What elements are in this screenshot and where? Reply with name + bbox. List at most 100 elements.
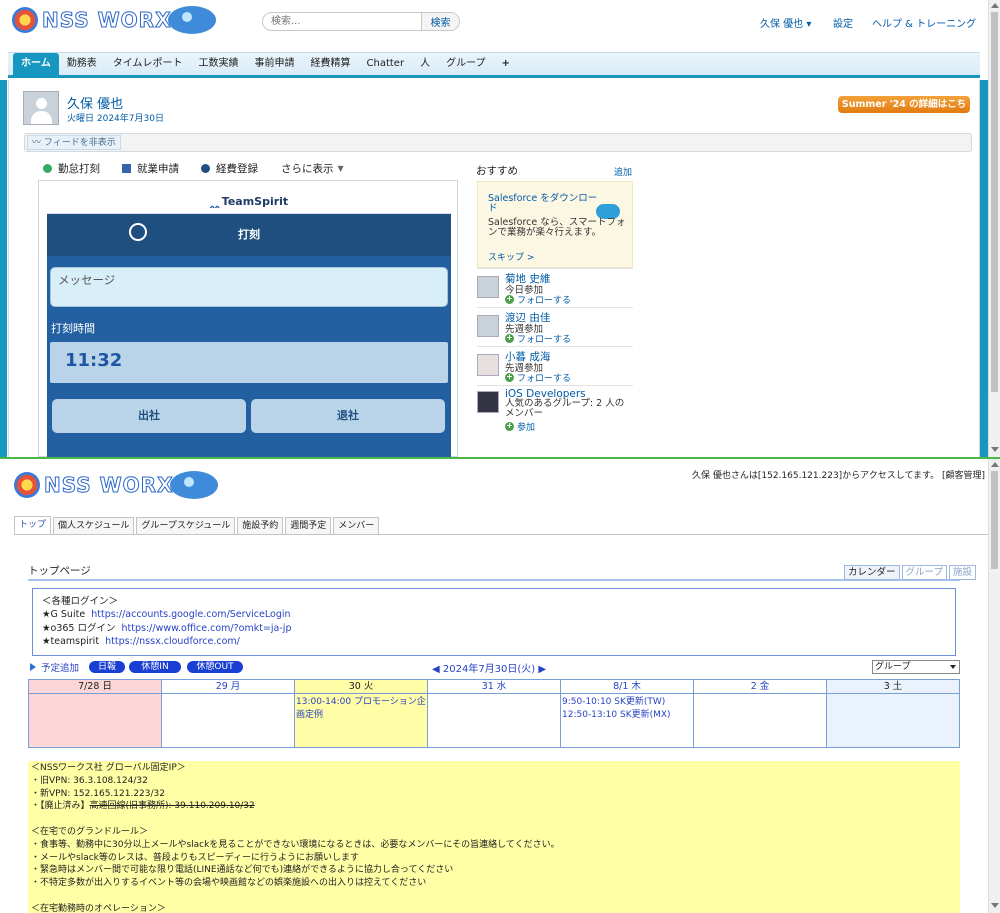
tab-personal-schedule[interactable]: 個人スケジュール (53, 517, 135, 534)
calendar-day[interactable]: 2 金 (694, 680, 827, 748)
tab-timesheet[interactable]: 勤務表 (59, 53, 105, 75)
calendar-date-nav[interactable]: ◀ 2024年7月30日(火) ▶ (432, 660, 546, 675)
search-button[interactable]: 検索 (421, 13, 459, 30)
calendar-day-header[interactable]: 8/1 木 (561, 680, 693, 694)
calendar-day-body[interactable] (29, 694, 161, 747)
calendar-day-body[interactable] (694, 694, 826, 747)
avatar[interactable] (477, 354, 499, 376)
tab-groups[interactable]: グループ (438, 53, 493, 75)
calendar-day-header[interactable]: 31 水 (428, 680, 560, 694)
view-tab-facility[interactable]: 施設 (948, 565, 976, 580)
calendar-day[interactable]: 7/28 日 (29, 680, 162, 748)
tab-pre-request[interactable]: 事前申請 (247, 53, 303, 75)
calendar-day[interactable]: 29 月 (162, 680, 295, 748)
scrollbar-thumb[interactable] (991, 471, 998, 569)
o365-link[interactable]: https://www.office.com/?omkt=ja-jp (122, 623, 292, 634)
action-expense[interactable]: 経費登録 (201, 161, 258, 176)
join-link[interactable]: + 参加 (505, 420, 535, 433)
search-input[interactable] (263, 13, 421, 30)
notice-line-strike: 高速回線(旧事務所): 39.110.209.10/32 (89, 801, 255, 812)
nssworx-logo[interactable]: NSS WORX (14, 471, 218, 499)
salesforce-pane: NSS WORX 検索 久保 優也 ▾ 設定 ヘルプ & トレーニング ホーム … (0, 0, 1000, 457)
skip-link[interactable]: スキップ > (488, 250, 534, 263)
calendar-day[interactable]: 3 土 (827, 680, 960, 748)
tab-time-report[interactable]: タイムレポート (105, 53, 191, 75)
avatar[interactable] (477, 315, 499, 337)
user-menu[interactable]: 久保 優也 ▾ (760, 15, 811, 30)
break-in-button[interactable]: 休憩IN (129, 661, 181, 673)
calendar-day-body[interactable] (428, 694, 560, 747)
scroll-down-icon[interactable] (991, 903, 999, 908)
salesforce-download-link[interactable]: Salesforce をダウンロード (488, 194, 598, 214)
tab-home[interactable]: ホーム (13, 53, 59, 75)
calendar-day-body[interactable]: 9:50-10:10 SK更新(TW) 12:50-13:10 SK更新(MX) (561, 694, 693, 747)
add-schedule-label: 予定追加 (41, 663, 80, 674)
daily-report-button[interactable]: 日報 (89, 661, 125, 673)
salesforce-download-desc: Salesforce なら、スマートフォンで業務が楽々行えます。 (488, 217, 626, 238)
calendar-day[interactable]: 31 水 (428, 680, 561, 748)
calendar-day-body[interactable] (162, 694, 294, 747)
action-work-request[interactable]: 就業申請 (122, 161, 179, 176)
tab-facility[interactable]: 施設予約 (237, 517, 284, 534)
tab-effort[interactable]: 工数実績 (191, 53, 247, 75)
recommend-add-link[interactable]: 追加 (614, 165, 632, 178)
page-title: トップページ (28, 565, 91, 577)
calendar-event[interactable]: 12:50-13:10 SK更新(MX) (562, 709, 692, 722)
clock-out-button[interactable]: 退社 (251, 399, 445, 433)
nssworx-logo[interactable]: NSS WORX (12, 6, 216, 34)
scroll-down-icon[interactable] (991, 447, 999, 452)
calendar-event[interactable]: 13:00-14:00 プロモーション企画定例 (296, 696, 426, 721)
calendar-day-header[interactable]: 29 月 (162, 680, 294, 694)
calendar-day-body[interactable]: 13:00-14:00 プロモーション企画定例 (295, 694, 427, 747)
group-select[interactable]: グループ (872, 660, 960, 674)
notice-line: ・新VPN: 152.165.121.223/32 (31, 788, 165, 799)
calendar-day-header[interactable]: 7/28 日 (29, 680, 161, 694)
calendar-day-header[interactable]: 30 火 (295, 680, 427, 694)
teamspirit-icon: ꞈꞈ (209, 191, 220, 209)
tab-chatter[interactable]: Chatter (359, 53, 413, 75)
calendar-day-header[interactable]: 2 金 (694, 680, 826, 694)
tab-group-schedule[interactable]: グループスケジュール (136, 517, 236, 534)
follow-link[interactable]: + フォローする (505, 332, 571, 345)
follow-link[interactable]: + フォローする (505, 293, 571, 306)
tab-expense[interactable]: 経費精算 (303, 53, 359, 75)
tab-weekly[interactable]: 週間予定 (285, 517, 332, 534)
user-name[interactable]: 久保 優也 (67, 93, 123, 112)
scroll-up-icon[interactable] (991, 462, 999, 467)
view-tab-calendar[interactable]: カレンダー (844, 565, 900, 580)
bottom-scrollbar[interactable] (988, 459, 1000, 913)
teamspirit-link[interactable]: https://nssx.cloudforce.com/ (105, 636, 240, 647)
gsuite-link[interactable]: https://accounts.google.com/ServiceLogin (91, 609, 290, 620)
break-out-button[interactable]: 休憩OUT (187, 661, 243, 673)
follow-link[interactable]: + フォローする (505, 371, 571, 384)
avatar[interactable] (477, 276, 499, 298)
action-attendance[interactable]: 勤怠打刻 (43, 161, 100, 176)
tab-add[interactable]: + (493, 53, 517, 75)
hide-feed-button[interactable]: 〰 フィードを非表示 (27, 135, 121, 150)
tab-members[interactable]: メンバー (333, 517, 380, 534)
calendar-day-body[interactable] (827, 694, 959, 747)
top-scrollbar[interactable] (988, 0, 1000, 457)
clock-in-button[interactable]: 出社 (52, 399, 246, 433)
action-more[interactable]: さらに表示 ▼ (281, 161, 344, 176)
right-border (980, 80, 988, 457)
calendar-day-header[interactable]: 3 土 (827, 680, 959, 694)
calendar-day[interactable]: 30 火 13:00-14:00 プロモーション企画定例 (295, 680, 428, 748)
settings-link[interactable]: 設定 (833, 15, 853, 30)
tab-top[interactable]: トップ (14, 516, 52, 534)
calendar-day[interactable]: 8/1 木 9:50-10:10 SK更新(TW) 12:50-13:10 SK更新… (561, 680, 694, 748)
view-tab-group[interactable]: グループ (901, 565, 947, 580)
notice-line-text: ・【廃止済み】 (31, 801, 90, 812)
help-link[interactable]: ヘルプ & トレーニング (872, 15, 976, 30)
calendar-event[interactable]: 9:50-10:10 SK更新(TW) (562, 696, 692, 709)
group-avatar[interactable] (477, 391, 499, 413)
sidebar-toggle[interactable] (0, 80, 7, 457)
flower-logo-icon (14, 472, 40, 498)
summer-release-button[interactable]: Summer '24 の詳細はこちら (838, 96, 970, 127)
message-input[interactable]: メッセージ (50, 267, 448, 307)
user-avatar[interactable] (23, 91, 59, 125)
scroll-up-icon[interactable] (991, 3, 999, 8)
tab-people[interactable]: 人 (412, 53, 438, 75)
add-schedule-link[interactable]: 予定追加 (30, 660, 79, 674)
scrollbar-thumb[interactable] (991, 12, 998, 392)
